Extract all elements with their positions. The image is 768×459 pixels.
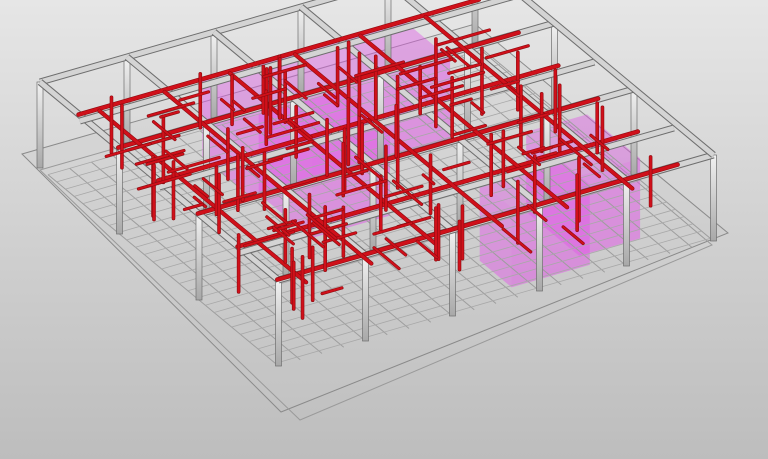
structural-column (362, 254, 369, 342)
isometric-building-model[interactable] (0, 0, 768, 459)
structural-column (275, 279, 282, 367)
structural-column (36, 81, 44, 169)
3d-model-viewport[interactable] (0, 0, 768, 459)
structural-column (449, 229, 456, 317)
structural-column (195, 213, 203, 301)
structural-column (710, 154, 717, 242)
structural-column (623, 179, 630, 267)
